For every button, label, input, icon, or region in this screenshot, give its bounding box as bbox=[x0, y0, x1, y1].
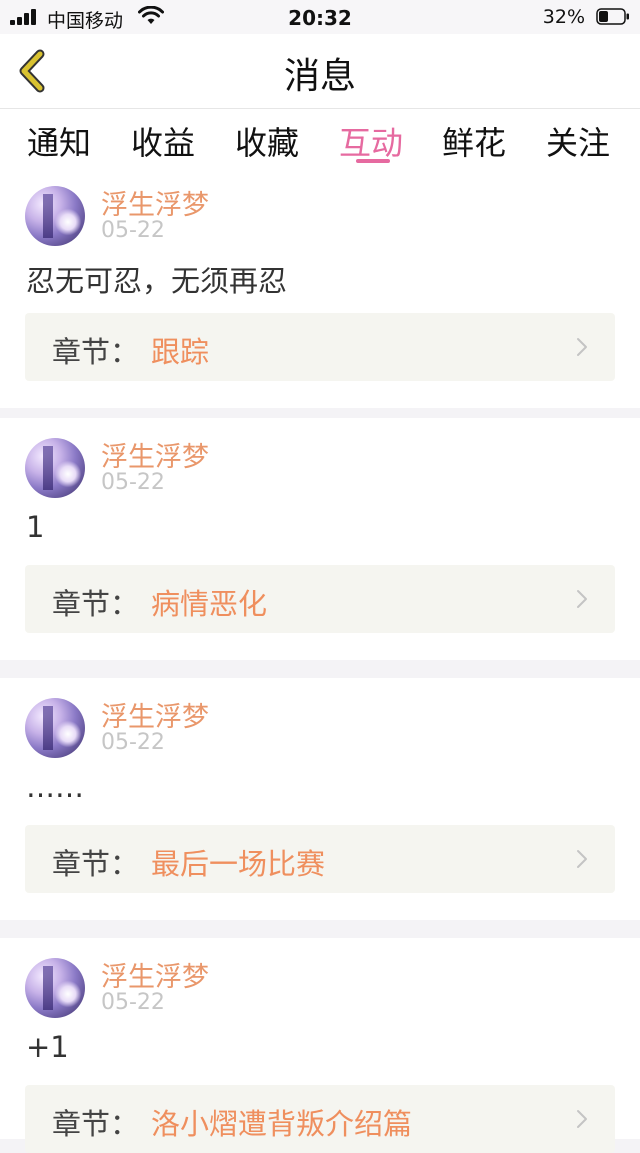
user-name[interactable]: 浮生浮梦 bbox=[101, 183, 209, 222]
avatar[interactable] bbox=[25, 958, 85, 1018]
message-card: 浮生浮梦 05-22 1 章节： 病情恶化 bbox=[0, 418, 640, 660]
chapter-title: 病情恶化 bbox=[151, 587, 268, 621]
status-bar: 中国移动 20:32 32% bbox=[0, 0, 640, 34]
chapter-title: 洛小熠遭背叛介绍篇 bbox=[151, 1107, 413, 1141]
battery-percent: 32% bbox=[542, 6, 585, 28]
chevron-right-icon bbox=[577, 1110, 587, 1128]
chapter-link[interactable]: 章节： 最后一场比赛 bbox=[25, 825, 615, 893]
battery-icon bbox=[596, 8, 629, 25]
chapter-link[interactable]: 章节： 病情恶化 bbox=[25, 565, 615, 633]
message-card: 浮生浮梦 05-22 +1 章节： 洛小熠遭背叛介绍篇 bbox=[0, 938, 640, 1153]
message-date: 05-22 bbox=[101, 218, 165, 243]
active-tab-indicator bbox=[356, 159, 390, 163]
avatar[interactable] bbox=[25, 698, 85, 758]
tab-interactions[interactable]: 互动 bbox=[339, 118, 403, 164]
nav-bar: 消息 bbox=[0, 34, 640, 109]
chapter-label: 章节： bbox=[52, 335, 140, 369]
message-text: 忍无可忍，无须再忍 bbox=[26, 264, 288, 298]
chapter-link[interactable]: 章节： 洛小熠遭背叛介绍篇 bbox=[25, 1085, 615, 1153]
message-card: 浮生浮梦 05-22 …… 章节： 最后一场比赛 bbox=[0, 678, 640, 920]
user-name[interactable]: 浮生浮梦 bbox=[101, 695, 209, 734]
chevron-right-icon bbox=[577, 590, 587, 608]
message-date: 05-22 bbox=[101, 470, 165, 495]
chevron-right-icon bbox=[577, 338, 587, 356]
tab-flowers[interactable]: 鲜花 bbox=[442, 118, 506, 164]
tab-bar: 通知 收益 收藏 互动 鲜花 关注 bbox=[0, 109, 640, 166]
avatar[interactable] bbox=[25, 186, 85, 246]
chapter-label: 章节： bbox=[52, 1107, 140, 1141]
user-name[interactable]: 浮生浮梦 bbox=[101, 435, 209, 474]
message-text: +1 bbox=[26, 1030, 69, 1064]
message-text: 1 bbox=[26, 510, 45, 544]
page-title: 消息 bbox=[283, 56, 356, 97]
message-text: …… bbox=[26, 770, 84, 804]
chapter-title: 最后一场比赛 bbox=[151, 847, 326, 881]
chapter-label: 章节： bbox=[52, 847, 140, 881]
message-card: 浮生浮梦 05-22 忍无可忍，无须再忍 章节： 跟踪 bbox=[0, 166, 640, 408]
tab-following[interactable]: 关注 bbox=[546, 118, 610, 164]
chapter-title: 跟踪 bbox=[151, 335, 210, 369]
message-date: 05-22 bbox=[101, 730, 165, 755]
tab-earnings[interactable]: 收益 bbox=[131, 118, 195, 164]
chapter-link[interactable]: 章节： 跟踪 bbox=[25, 313, 615, 381]
tab-notifications[interactable]: 通知 bbox=[27, 118, 91, 164]
chapter-label: 章节： bbox=[52, 587, 140, 621]
message-date: 05-22 bbox=[101, 990, 165, 1015]
chevron-right-icon bbox=[577, 850, 587, 868]
avatar[interactable] bbox=[25, 438, 85, 498]
tab-favorites[interactable]: 收藏 bbox=[235, 118, 299, 164]
user-name[interactable]: 浮生浮梦 bbox=[101, 955, 209, 994]
